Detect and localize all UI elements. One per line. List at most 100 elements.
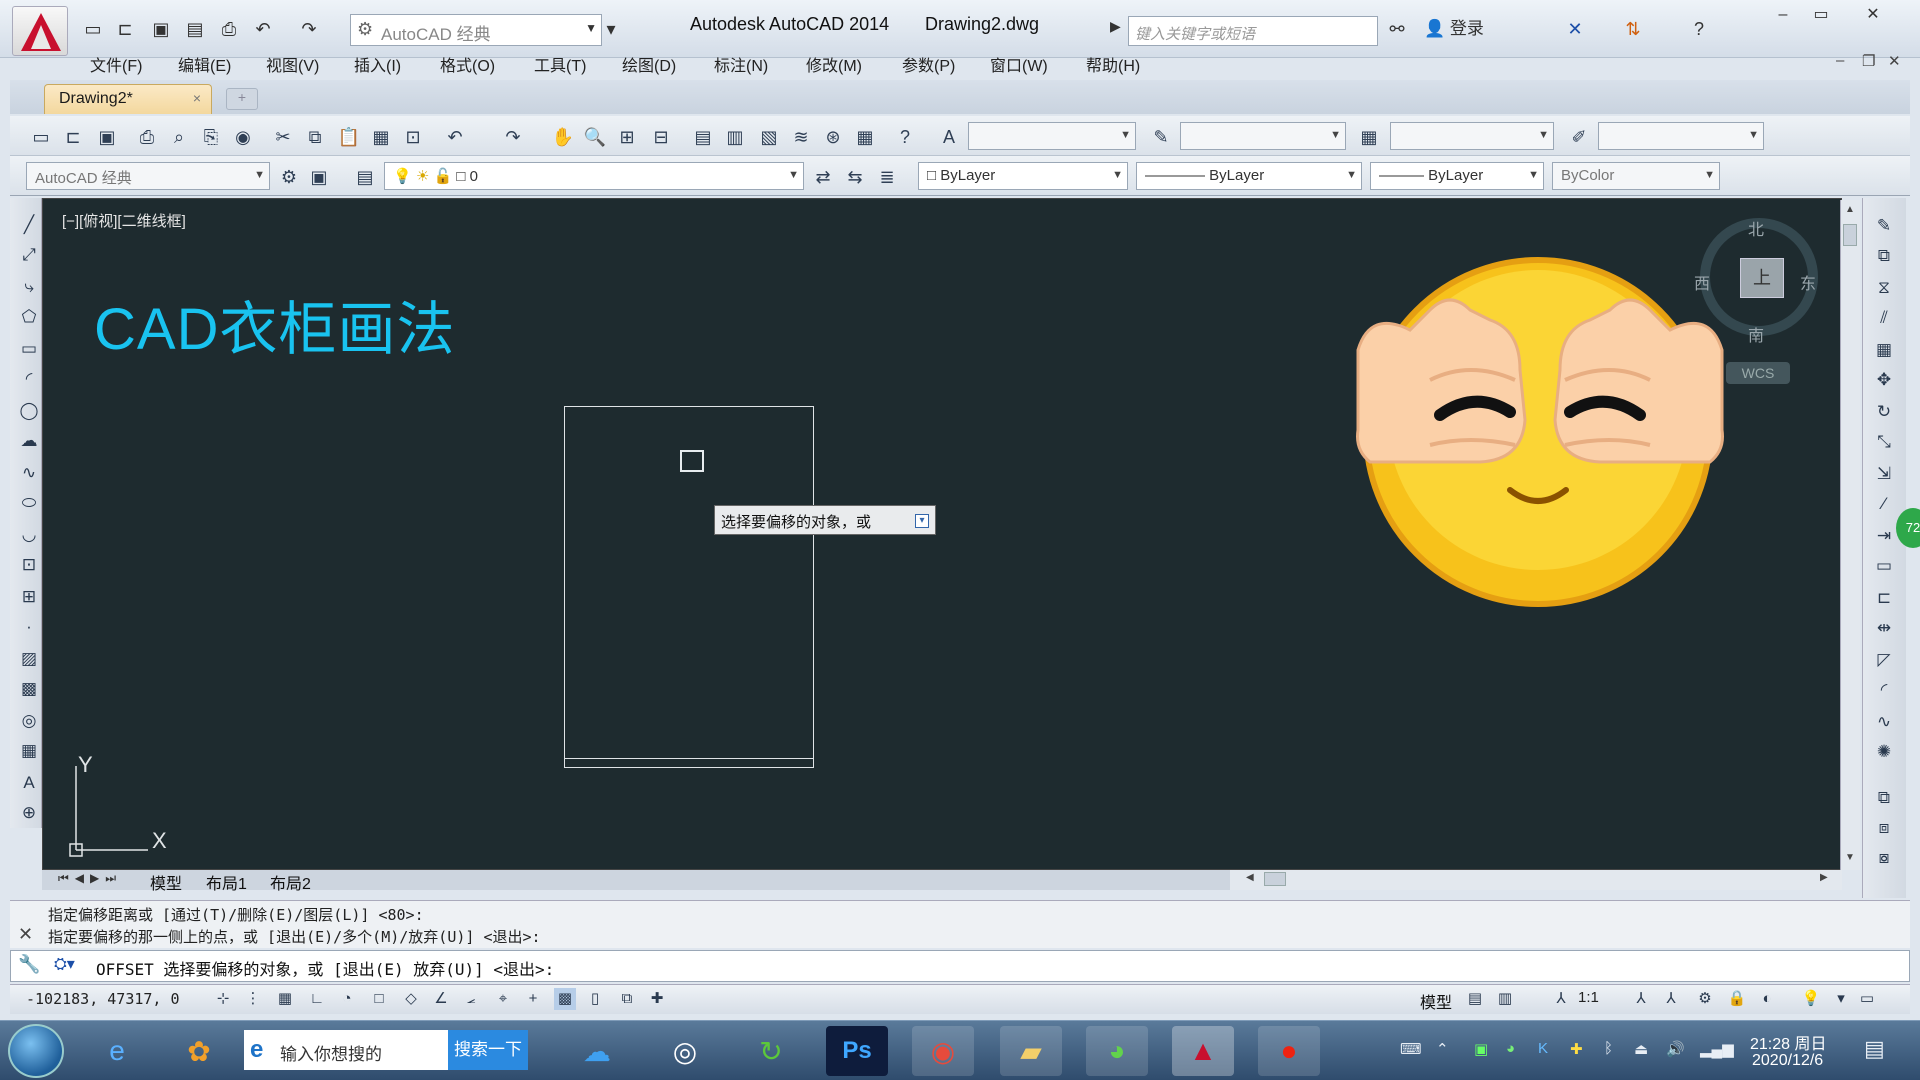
help-icon[interactable]: ? [892,124,918,150]
recorder-icon[interactable]: ● [1258,1026,1320,1076]
calculator-icon[interactable]: ▦ [852,124,878,150]
annotation-scale-value[interactable]: 1:1 [1578,989,1599,1006]
table-style-icon[interactable]: ▦ [1356,124,1382,150]
clean-screen-icon[interactable]: ▭ [1856,988,1878,1010]
toolbar-lock-icon[interactable]: 🔒 [1726,988,1748,1010]
3d-osnap-icon[interactable]: ◇ [400,988,422,1010]
ducs-icon[interactable]: ⦟ [460,988,482,1010]
join-icon[interactable]: ⇹ [1872,616,1896,640]
ellipse-arc-icon[interactable]: ◡ [18,524,40,546]
polygon-icon[interactable]: ⬠ [18,306,40,328]
clock-date[interactable]: 2020/12/6 [1752,1052,1823,1070]
new-icon[interactable]: ▭ [28,124,54,150]
design-center-icon[interactable]: ▥ [722,124,748,150]
move-icon[interactable]: ✥ [1872,368,1896,392]
annotation-scale-icon[interactable]: ⅄ [1550,988,1572,1010]
grid-display-icon[interactable]: ▦ [274,988,296,1010]
layer-properties-icon[interactable]: ▤ [352,164,378,190]
zoom-realtime-icon[interactable]: 🔍 [582,124,608,150]
text-style-combo[interactable]: ▼ [968,122,1136,150]
wrench-icon[interactable]: 🔧 [18,954,40,975]
copy-icon[interactable]: ⧉ [302,124,328,150]
status-menu-icon[interactable]: ▾ [1830,988,1852,1010]
bluetooth-icon[interactable]: ᛒ [1604,1040,1613,1057]
point-icon[interactable]: · [18,616,40,638]
usb-icon[interactable]: ⏏ [1634,1040,1648,1058]
scroll-right-icon[interactable]: ▶ [1820,872,1828,883]
tooltip-options-icon[interactable]: ▾ [915,514,929,528]
color-combo[interactable]: □ ByLayer ▼ [918,162,1128,190]
doc-minimize-icon[interactable]: – [1836,52,1844,69]
break-at-point-icon[interactable]: ▭ [1872,554,1896,578]
mirror-icon[interactable]: ⧖ [1872,276,1896,300]
action-center-icon[interactable]: ▤ [1864,1036,1885,1062]
menu-help[interactable]: 帮助(H) [1086,52,1140,76]
tab-close-icon[interactable]: × [193,90,201,106]
zoom-window-icon[interactable]: ⊞ [614,124,640,150]
polar-tracking-icon[interactable]: ◔ [336,988,358,1010]
menu-edit[interactable]: 编辑(E) [178,52,231,76]
stretch-icon[interactable]: ⇲ [1872,462,1896,486]
object-snap-icon[interactable]: □ [368,988,390,1010]
hardware-acceleration-icon[interactable]: ◐ [1756,988,1778,1010]
minimize-icon[interactable]: – [1766,2,1800,28]
match-properties-icon[interactable]: ▦ [368,124,394,150]
isolate-objects-icon[interactable]: 💡 [1800,988,1822,1010]
start-button[interactable] [8,1024,64,1078]
viewcube-east[interactable]: 东 [1800,270,1816,294]
autocad-taskbar-icon[interactable]: ▲ [1172,1026,1234,1076]
plot-icon[interactable]: ⎙ [134,124,160,150]
quick-access-menu-icon[interactable]: ▾ [598,16,624,42]
photoshop-icon[interactable]: Ps [826,1026,888,1076]
plotstyle-combo[interactable]: ByColor ▼ [1552,162,1720,190]
table-style-combo[interactable]: ▼ [1390,122,1554,150]
help-icon[interactable]: ? [1686,16,1712,42]
kugou-icon[interactable]: K [1538,1040,1548,1057]
publish-icon[interactable]: ⎘ [198,124,224,150]
zoom-previous-icon[interactable]: ⊟ [648,124,674,150]
line-icon[interactable]: ╱ [18,214,40,236]
menu-modify[interactable]: 修改(M) [806,52,862,76]
workspace-settings-icon[interactable]: ⚙ [276,164,302,190]
tab-drawing2[interactable]: Drawing2* × [44,84,212,114]
draw-order-icon[interactable]: ⧉ [1872,786,1896,810]
tool-palettes-icon[interactable]: ▧ [756,124,782,150]
send-back-icon[interactable]: ⧇ [1872,846,1896,870]
multiline-text-icon[interactable]: A [18,772,40,794]
file-explorer-icon[interactable]: ▰ [1000,1026,1062,1076]
taskbar-search-button[interactable]: 搜索一下 [448,1030,528,1070]
linetype-combo[interactable]: ———— ByLayer ▼ [1136,162,1362,190]
recent-commands-icon[interactable]: ⛭▾ [54,954,75,974]
snap-mode-icon[interactable]: ⋮ [242,988,264,1010]
scale-icon[interactable]: ⤡ [1872,430,1896,454]
undo-icon[interactable]: ↶ [250,16,276,42]
properties-icon[interactable]: ▤ [690,124,716,150]
workspace-switch-icon[interactable]: ⚙ [1694,988,1716,1010]
print-icon[interactable]: ⎙ [216,16,242,42]
clock-time[interactable]: 21:28 周日 [1750,1030,1827,1054]
auto-scale-icon[interactable]: ⅄ [1660,988,1682,1010]
tab-layout1[interactable]: 布局1 [206,870,247,894]
bring-front-icon[interactable]: ⧈ [1872,816,1896,840]
block-editor-icon[interactable]: ⊡ [400,124,426,150]
scroll-thumb[interactable] [1843,224,1857,246]
make-block-icon[interactable]: ⊞ [18,586,40,608]
menu-view[interactable]: 视图(V) [266,52,319,76]
login-button[interactable]: 👤 登录 [1424,14,1484,39]
save-icon[interactable]: ▣ [148,16,174,42]
save-icon[interactable]: ▣ [94,124,120,150]
open-icon[interactable]: ⊏ [60,124,86,150]
selection-cycling-icon[interactable]: ⧉ [616,988,638,1010]
dim-style-combo[interactable]: ▼ [1180,122,1346,150]
viewcube-north[interactable]: 北 [1748,216,1764,240]
scroll-up-icon[interactable]: ▲ [1845,204,1855,215]
coordinate-readout[interactable]: -102183, 47317, 0 [26,990,180,1008]
tab-navigation-icon[interactable]: ⏮◀▶⏭ [58,871,122,886]
layer-previous-icon[interactable]: ⇆ [842,164,868,190]
menu-draw[interactable]: 绘图(D) [622,52,676,76]
gradient-icon[interactable]: ▩ [18,678,40,700]
arc-icon[interactable]: ◜ [18,368,40,390]
dynamic-input-icon[interactable]: ⌖ [492,988,514,1010]
menu-parametric[interactable]: 参数(P) [902,52,955,76]
explode-icon[interactable]: ✺ [1872,740,1896,764]
